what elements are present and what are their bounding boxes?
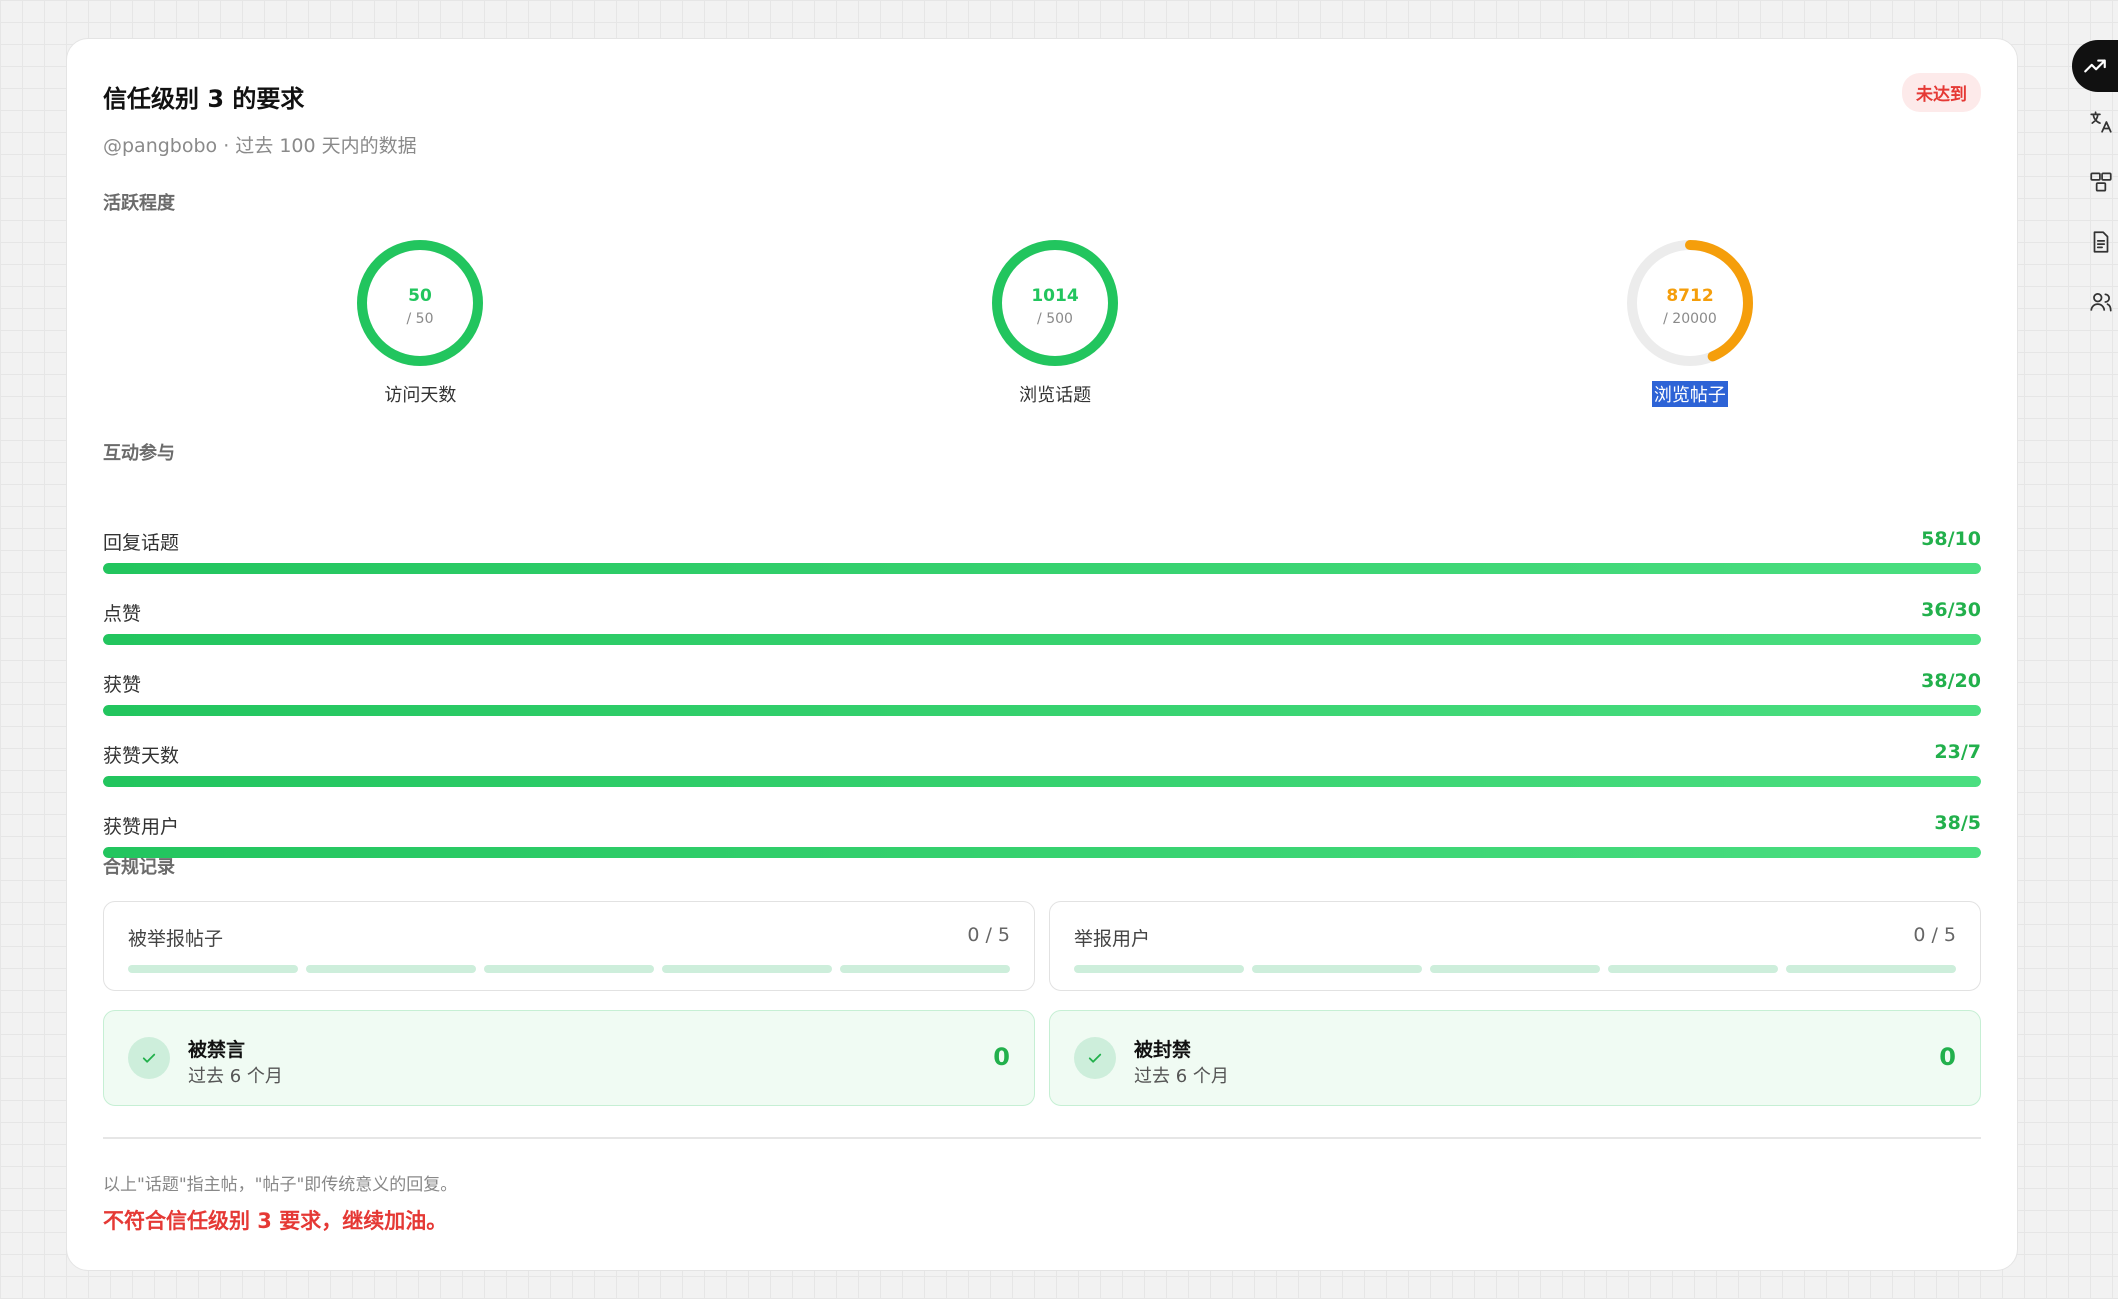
bar-value: 38/5 <box>1934 812 1981 834</box>
bar-label: 获赞用户 <box>103 816 180 838</box>
reported-users-box: 举报用户 0 / 5 <box>1049 901 1981 991</box>
section-label-compliance: 合规记录 <box>103 857 175 878</box>
report-value: 0 / 5 <box>1913 924 1956 946</box>
bar-track <box>103 776 1981 787</box>
segment <box>840 965 1010 973</box>
reported-posts-box: 被举报帖子 0 / 5 <box>103 901 1035 991</box>
document-icon[interactable] <box>2072 212 2118 272</box>
penalty-period: 过去 6 个月 <box>188 1066 283 1087</box>
ring-value: 50 <box>409 286 433 306</box>
activity-rings: 50 / 50 访问天数 1014 / 500 浏览话题 8712 / 2000… <box>103 237 1981 447</box>
bar-label: 获赞天数 <box>103 745 180 767</box>
penalty-label: 被禁言 <box>188 1039 246 1061</box>
ring-browse-posts: 8712 / 20000 浏览帖子 <box>1590 237 1790 407</box>
penalty-boxes: 被禁言 过去 6 个月 0 被封禁 过去 6 个月 0 <box>103 1010 1981 1106</box>
interaction-bars: 回复话题 58/10 点赞 36/30 获赞 38/20 获赞天数 23/7 获… <box>103 528 1981 883</box>
bar-fill <box>103 563 1981 574</box>
bar-row-likes-given: 点赞 36/30 <box>103 599 1981 670</box>
ring-progress-visit-days: 50 / 50 <box>357 240 484 366</box>
verdict-text: 不符合信任级别 3 要求，继续加油。 <box>103 1209 448 1233</box>
segment <box>662 965 832 973</box>
segment <box>484 965 654 973</box>
penalty-label: 被封禁 <box>1134 1039 1192 1061</box>
bar-label: 点赞 <box>103 603 142 625</box>
bar-track <box>103 705 1981 716</box>
check-icon <box>128 1037 170 1079</box>
banned-box: 被封禁 过去 6 个月 0 <box>1049 1010 1981 1106</box>
report-segments <box>1074 965 1956 973</box>
ring-target: / 500 <box>1037 311 1073 327</box>
segment <box>1252 965 1422 973</box>
ring-browse-topics: 1014 / 500 浏览话题 <box>955 237 1155 407</box>
ring-label: 访问天数 <box>384 385 457 406</box>
trust-level-card: 信任级别 3 的要求 未达到 @pangbobo · 过去 100 天内的数据 … <box>66 38 2018 1271</box>
divider <box>103 1137 1981 1139</box>
penalty-period: 过去 6 个月 <box>1134 1066 1229 1087</box>
segment <box>1608 965 1778 973</box>
status-badge: 未达到 <box>1902 73 1981 112</box>
segment <box>306 965 476 973</box>
segment <box>128 965 298 973</box>
check-icon <box>1074 1037 1116 1079</box>
ring-value: 1014 <box>1031 286 1078 306</box>
muted-box: 被禁言 过去 6 个月 0 <box>103 1010 1035 1106</box>
bar-row-likes-received: 获赞 38/20 <box>103 670 1981 741</box>
segment <box>1074 965 1244 973</box>
bar-value: 36/30 <box>1921 599 1981 621</box>
report-label: 被举报帖子 <box>128 928 224 950</box>
section-label-interaction: 互动参与 <box>103 443 175 464</box>
translate-icon[interactable] <box>2072 92 2118 152</box>
segment <box>1786 965 1956 973</box>
card-title: 信任级别 3 的要求 <box>103 85 305 113</box>
bar-value: 58/10 <box>1921 528 1981 550</box>
bar-fill <box>103 705 1981 716</box>
report-boxes: 被举报帖子 0 / 5 举报用户 0 / 5 <box>103 901 1981 991</box>
bar-row-liked-users: 获赞用户 38/5 <box>103 812 1981 883</box>
ring-progress-browse-posts: 8712 / 20000 <box>1626 240 1753 366</box>
segment <box>1430 965 1600 973</box>
layout-icon[interactable] <box>2072 152 2118 212</box>
right-sidebar <box>2072 40 2118 332</box>
report-value: 0 / 5 <box>967 924 1010 946</box>
users-icon[interactable] <box>2072 272 2118 332</box>
section-label-activity: 活跃程度 <box>103 193 175 214</box>
ring-value: 8712 <box>1666 286 1713 306</box>
penalty-value: 0 <box>993 1043 1010 1071</box>
ring-visit-days: 50 / 50 访问天数 <box>320 237 520 407</box>
ring-label: 浏览帖子 <box>1651 381 1728 407</box>
bar-label: 回复话题 <box>103 532 180 554</box>
report-label: 举报用户 <box>1074 928 1151 950</box>
bar-track <box>103 847 1981 858</box>
footer-note: 以上"话题"指主帖，"帖子"即传统意义的回复。 <box>103 1175 458 1195</box>
trending-up-icon[interactable] <box>2072 40 2118 92</box>
bar-fill <box>103 776 1981 787</box>
bar-value: 23/7 <box>1934 741 1981 763</box>
bar-label: 获赞 <box>103 674 142 696</box>
bar-fill <box>103 847 1981 858</box>
bar-track <box>103 563 1981 574</box>
card-subtitle: @pangbobo · 过去 100 天内的数据 <box>103 135 417 157</box>
ring-label: 浏览话题 <box>1019 385 1092 406</box>
ring-target: / 20000 <box>1663 311 1717 327</box>
penalty-value: 0 <box>1939 1043 1956 1071</box>
bar-row-reply-topics: 回复话题 58/10 <box>103 528 1981 599</box>
bar-row-liked-days: 获赞天数 23/7 <box>103 741 1981 812</box>
bar-track <box>103 634 1981 645</box>
ring-target: / 50 <box>407 311 434 327</box>
ring-progress-browse-topics: 1014 / 500 <box>992 240 1119 366</box>
report-segments <box>128 965 1010 973</box>
bar-value: 38/20 <box>1921 670 1981 692</box>
bar-fill <box>103 634 1981 645</box>
